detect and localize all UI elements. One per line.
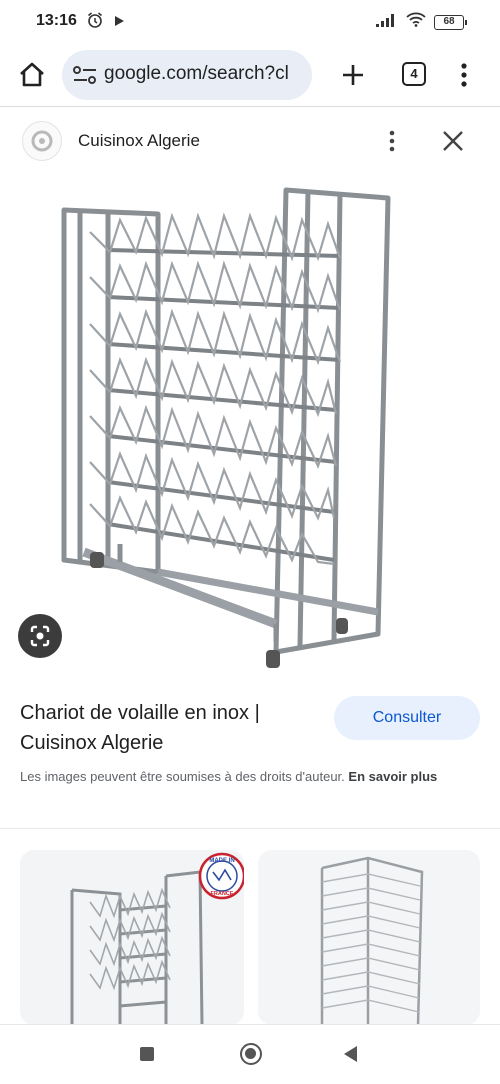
nav-home-icon[interactable] <box>240 1043 262 1065</box>
nav-back-icon[interactable] <box>344 1046 357 1062</box>
tune-icon[interactable] <box>72 64 98 91</box>
source-favicon <box>22 121 62 161</box>
result-title[interactable]: Chariot de volaille en inox | Cuisinox A… <box>20 698 315 758</box>
svg-text:FRANCE: FRANCE <box>211 891 234 897</box>
more-vert-icon[interactable] <box>454 60 474 90</box>
wifi-icon <box>406 12 426 32</box>
svg-text:MADE IN: MADE IN <box>209 858 234 864</box>
home-icon[interactable] <box>16 59 48 91</box>
status-indicators: 68 <box>376 12 467 32</box>
visit-button[interactable]: Consulter <box>334 696 480 740</box>
alarm-icon <box>86 11 104 34</box>
section-divider <box>0 828 500 829</box>
plus-icon[interactable] <box>338 60 368 90</box>
url-text: google.com/search?cl <box>104 63 289 84</box>
signal-icon <box>376 13 398 32</box>
preview-image[interactable] <box>40 172 420 672</box>
play-icon <box>113 14 125 32</box>
browser-toolbar: google.com/search?cl 4 <box>0 44 500 106</box>
status-time: 13:16 <box>36 12 77 29</box>
lens-icon[interactable] <box>18 614 62 658</box>
status-bar: 13:16 68 <box>0 0 500 44</box>
source-name[interactable]: Cuisinox Algerie <box>78 131 200 151</box>
tabs-icon[interactable]: 4 <box>402 62 426 86</box>
more-options-icon[interactable] <box>382 126 402 156</box>
copyright-notice: Les images peuvent être soumises à des d… <box>20 766 480 787</box>
system-nav-bar <box>0 1024 500 1084</box>
related-image-2[interactable] <box>258 850 480 1025</box>
copyright-text: Les images peuvent être soumises à des d… <box>20 769 345 784</box>
toolbar-divider <box>0 106 500 107</box>
address-bar[interactable]: google.com/search?cl <box>62 50 312 100</box>
related-image-1[interactable]: MADE IN FRANCE <box>20 850 244 1025</box>
battery-icon: 68 <box>434 14 467 30</box>
close-icon[interactable] <box>440 128 466 154</box>
learn-more-link[interactable]: En savoir plus <box>348 769 437 784</box>
source-row: Cuisinox Algerie <box>0 116 500 166</box>
nav-recents-icon[interactable] <box>140 1047 154 1061</box>
made-in-france-badge: MADE IN FRANCE <box>198 852 244 900</box>
